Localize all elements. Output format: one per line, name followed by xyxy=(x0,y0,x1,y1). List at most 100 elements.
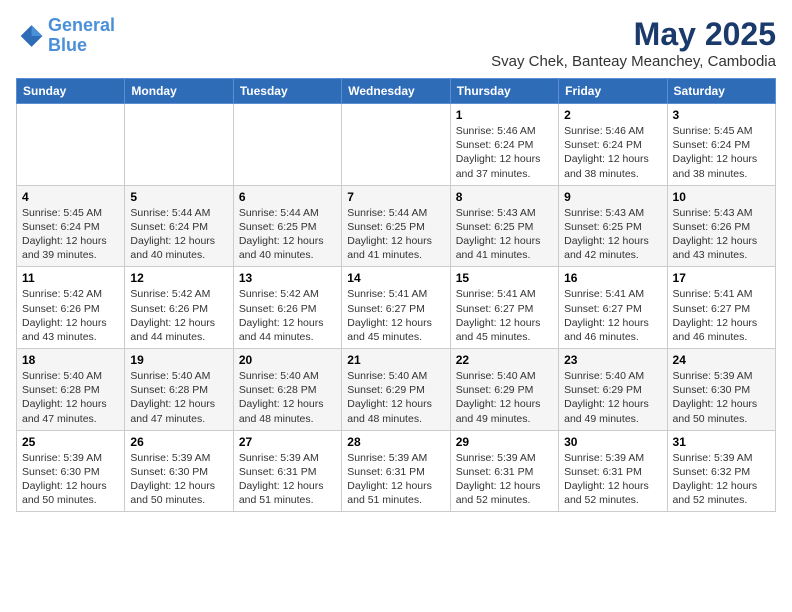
calendar-body: 1 Sunrise: 5:46 AMSunset: 6:24 PMDaylight… xyxy=(17,104,776,512)
page-header: General Blue May 2025 Svay Chek, Banteay… xyxy=(16,16,776,70)
calendar-cell: 2 Sunrise: 5:46 AMSunset: 6:24 PMDaylight… xyxy=(559,104,667,186)
day-number: 2 xyxy=(564,108,661,122)
calendar-cell: 29 Sunrise: 5:39 AMSunset: 6:31 PMDayligh… xyxy=(450,430,558,512)
calendar-cell: 31Sunrise: 5:39 AMSunset: 6:32 PMDayligh… xyxy=(667,430,775,512)
calendar-cell: 26 Sunrise: 5:39 AMSunset: 6:30 PMDayligh… xyxy=(125,430,233,512)
day-number: 20 xyxy=(239,353,336,367)
day-number: 15 xyxy=(456,271,553,285)
day-info: Sunrise: 5:44 AMSunset: 6:25 PMDaylight:… xyxy=(347,206,444,263)
day-number: 28 xyxy=(347,435,444,449)
calendar-cell: 9Sunrise: 5:43 AMSunset: 6:25 PMDaylight… xyxy=(559,185,667,267)
calendar-title: May 2025 xyxy=(491,16,776,53)
day-info: Sunrise: 5:46 AMSunset: 6:24 PMDaylight:… xyxy=(456,124,553,181)
day-info: Sunrise: 5:46 AMSunset: 6:24 PMDaylight:… xyxy=(564,124,661,181)
day-info: Sunrise: 5:39 AMSunset: 6:30 PMDaylight:… xyxy=(130,451,227,508)
calendar-cell: 11 Sunrise: 5:42 AMSunset: 6:26 PMDayligh… xyxy=(17,267,125,349)
calendar-cell: 20 Sunrise: 5:40 AMSunset: 6:28 PMDayligh… xyxy=(233,349,341,431)
day-number: 3 xyxy=(673,108,770,122)
calendar-cell: 8 Sunrise: 5:43 AMSunset: 6:25 PMDaylight… xyxy=(450,185,558,267)
calendar-week-3: 11 Sunrise: 5:42 AMSunset: 6:26 PMDayligh… xyxy=(17,267,776,349)
calendar-cell: 13 Sunrise: 5:42 AMSunset: 6:26 PMDayligh… xyxy=(233,267,341,349)
calendar-week-5: 25 Sunrise: 5:39 AMSunset: 6:30 PMDayligh… xyxy=(17,430,776,512)
calendar-cell: 16Sunrise: 5:41 AMSunset: 6:27 PMDayligh… xyxy=(559,267,667,349)
day-header-monday: Monday xyxy=(125,79,233,104)
day-number: 10 xyxy=(673,190,770,204)
calendar-cell: 18 Sunrise: 5:40 AMSunset: 6:28 PMDayligh… xyxy=(17,349,125,431)
day-info: Sunrise: 5:39 AMSunset: 6:31 PMDaylight:… xyxy=(456,451,553,508)
day-info: Sunrise: 5:41 AMSunset: 6:27 PMDaylight:… xyxy=(564,287,661,344)
day-info: Sunrise: 5:40 AMSunset: 6:28 PMDaylight:… xyxy=(22,369,119,426)
day-info: Sunrise: 5:39 AMSunset: 6:32 PMDaylight:… xyxy=(673,451,770,508)
day-number: 12 xyxy=(130,271,227,285)
day-number: 18 xyxy=(22,353,119,367)
day-info: Sunrise: 5:40 AMSunset: 6:28 PMDaylight:… xyxy=(130,369,227,426)
calendar-cell xyxy=(17,104,125,186)
calendar-cell: 24Sunrise: 5:39 AMSunset: 6:30 PMDayligh… xyxy=(667,349,775,431)
day-number: 29 xyxy=(456,435,553,449)
day-info: Sunrise: 5:42 AMSunset: 6:26 PMDaylight:… xyxy=(239,287,336,344)
day-info: Sunrise: 5:43 AMSunset: 6:25 PMDaylight:… xyxy=(456,206,553,263)
day-info: Sunrise: 5:39 AMSunset: 6:30 PMDaylight:… xyxy=(22,451,119,508)
calendar-subtitle: Svay Chek, Banteay Meanchey, Cambodia xyxy=(491,53,776,70)
calendar-cell: 15 Sunrise: 5:41 AMSunset: 6:27 PMDayligh… xyxy=(450,267,558,349)
calendar-cell: 6 Sunrise: 5:44 AMSunset: 6:25 PMDaylight… xyxy=(233,185,341,267)
day-number: 25 xyxy=(22,435,119,449)
day-number: 6 xyxy=(239,190,336,204)
day-info: Sunrise: 5:39 AMSunset: 6:30 PMDaylight:… xyxy=(673,369,770,426)
calendar-cell: 3 Sunrise: 5:45 AMSunset: 6:24 PMDaylight… xyxy=(667,104,775,186)
day-number: 22 xyxy=(456,353,553,367)
day-number: 13 xyxy=(239,271,336,285)
calendar-week-2: 4Sunrise: 5:45 AMSunset: 6:24 PMDaylight… xyxy=(17,185,776,267)
calendar-cell: 14Sunrise: 5:41 AMSunset: 6:27 PMDayligh… xyxy=(342,267,450,349)
calendar-cell xyxy=(125,104,233,186)
calendar-header-row: SundayMondayTuesdayWednesdayThursdayFrid… xyxy=(17,79,776,104)
day-number: 27 xyxy=(239,435,336,449)
day-info: Sunrise: 5:41 AMSunset: 6:27 PMDaylight:… xyxy=(673,287,770,344)
calendar-cell xyxy=(342,104,450,186)
day-header-sunday: Sunday xyxy=(17,79,125,104)
calendar-week-1: 1 Sunrise: 5:46 AMSunset: 6:24 PMDaylight… xyxy=(17,104,776,186)
day-header-tuesday: Tuesday xyxy=(233,79,341,104)
day-header-friday: Friday xyxy=(559,79,667,104)
day-number: 9 xyxy=(564,190,661,204)
calendar-cell: 30Sunrise: 5:39 AMSunset: 6:31 PMDayligh… xyxy=(559,430,667,512)
day-info: Sunrise: 5:40 AMSunset: 6:29 PMDaylight:… xyxy=(347,369,444,426)
day-info: Sunrise: 5:39 AMSunset: 6:31 PMDaylight:… xyxy=(239,451,336,508)
calendar-cell: 10Sunrise: 5:43 AMSunset: 6:26 PMDayligh… xyxy=(667,185,775,267)
day-number: 14 xyxy=(347,271,444,285)
logo-icon xyxy=(16,22,44,50)
calendar-cell: 4Sunrise: 5:45 AMSunset: 6:24 PMDaylight… xyxy=(17,185,125,267)
day-info: Sunrise: 5:40 AMSunset: 6:29 PMDaylight:… xyxy=(456,369,553,426)
day-info: Sunrise: 5:39 AMSunset: 6:31 PMDaylight:… xyxy=(564,451,661,508)
day-info: Sunrise: 5:40 AMSunset: 6:29 PMDaylight:… xyxy=(564,369,661,426)
title-section: May 2025 Svay Chek, Banteay Meanchey, Ca… xyxy=(491,16,776,70)
calendar-cell: 12Sunrise: 5:42 AMSunset: 6:26 PMDayligh… xyxy=(125,267,233,349)
calendar-cell xyxy=(233,104,341,186)
day-info: Sunrise: 5:41 AMSunset: 6:27 PMDaylight:… xyxy=(456,287,553,344)
calendar-cell: 22 Sunrise: 5:40 AMSunset: 6:29 PMDayligh… xyxy=(450,349,558,431)
calendar-cell: 1 Sunrise: 5:46 AMSunset: 6:24 PMDaylight… xyxy=(450,104,558,186)
day-info: Sunrise: 5:42 AMSunset: 6:26 PMDaylight:… xyxy=(22,287,119,344)
day-number: 11 xyxy=(22,271,119,285)
day-number: 26 xyxy=(130,435,227,449)
day-info: Sunrise: 5:40 AMSunset: 6:28 PMDaylight:… xyxy=(239,369,336,426)
day-number: 17 xyxy=(673,271,770,285)
day-info: Sunrise: 5:39 AMSunset: 6:31 PMDaylight:… xyxy=(347,451,444,508)
calendar-table: SundayMondayTuesdayWednesdayThursdayFrid… xyxy=(16,78,776,512)
day-header-thursday: Thursday xyxy=(450,79,558,104)
calendar-cell: 25 Sunrise: 5:39 AMSunset: 6:30 PMDayligh… xyxy=(17,430,125,512)
day-info: Sunrise: 5:44 AMSunset: 6:25 PMDaylight:… xyxy=(239,206,336,263)
day-number: 8 xyxy=(456,190,553,204)
day-number: 21 xyxy=(347,353,444,367)
calendar-cell: 27 Sunrise: 5:39 AMSunset: 6:31 PMDayligh… xyxy=(233,430,341,512)
calendar-week-4: 18 Sunrise: 5:40 AMSunset: 6:28 PMDayligh… xyxy=(17,349,776,431)
day-number: 23 xyxy=(564,353,661,367)
day-number: 1 xyxy=(456,108,553,122)
calendar-cell: 5Sunrise: 5:44 AMSunset: 6:24 PMDaylight… xyxy=(125,185,233,267)
day-header-wednesday: Wednesday xyxy=(342,79,450,104)
day-number: 4 xyxy=(22,190,119,204)
calendar-cell: 21 Sunrise: 5:40 AMSunset: 6:29 PMDayligh… xyxy=(342,349,450,431)
logo: General Blue xyxy=(16,16,115,56)
calendar-cell: 28 Sunrise: 5:39 AMSunset: 6:31 PMDayligh… xyxy=(342,430,450,512)
day-info: Sunrise: 5:45 AMSunset: 6:24 PMDaylight:… xyxy=(673,124,770,181)
